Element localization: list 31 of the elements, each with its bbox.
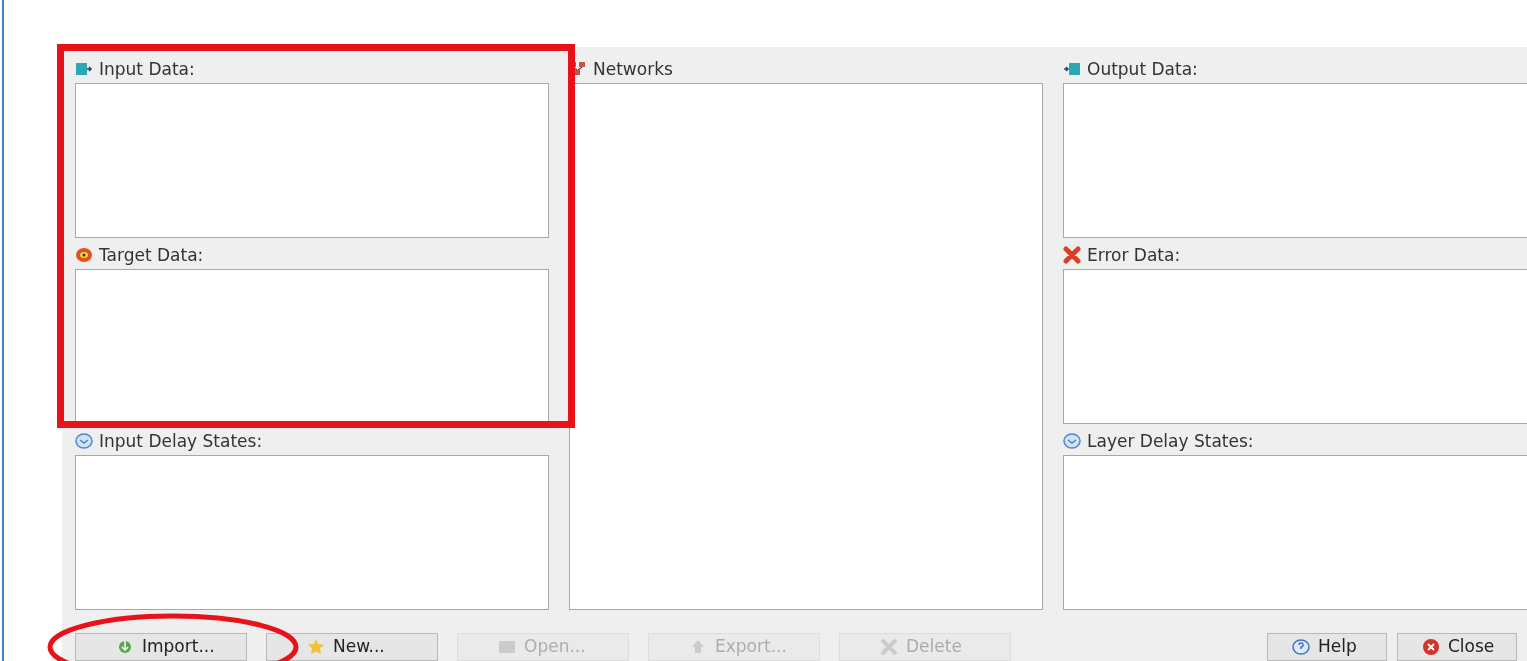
toolbar-button[interactable]: Help (1267, 633, 1387, 661)
help-icon (1292, 638, 1310, 656)
input-data-icon (75, 60, 93, 78)
list-box[interactable] (75, 269, 549, 424)
output-data-icon (1063, 60, 1081, 78)
target-icon (75, 246, 93, 264)
list-box[interactable] (1063, 83, 1527, 238)
list-box[interactable] (1063, 269, 1527, 424)
panel-label: Input Data: (99, 60, 195, 78)
list-box[interactable] (75, 83, 549, 238)
panel-label: Error Data: (1087, 246, 1181, 264)
clock-icon (75, 432, 93, 450)
toolbar-button[interactable]: New... (266, 633, 438, 661)
panel-label: Input Delay States: (99, 432, 263, 450)
star-icon (307, 638, 325, 656)
panel-label: Output Data: (1087, 60, 1198, 78)
close-icon (1422, 638, 1440, 656)
import-icon (116, 638, 134, 656)
list-box[interactable] (1063, 455, 1527, 610)
toolbar-button[interactable]: Close (1397, 633, 1517, 661)
panel-label: Layer Delay States: (1087, 432, 1254, 450)
panel-label: Networks (593, 60, 673, 78)
list-box[interactable] (75, 455, 549, 610)
cross-icon (1063, 246, 1081, 264)
export-icon (689, 638, 707, 656)
window-icon (498, 638, 516, 656)
clock-icon (1063, 432, 1081, 450)
toolbar-button[interactable]: Import... (75, 633, 247, 661)
list-box[interactable] (569, 83, 1043, 610)
cross-icon (880, 638, 898, 656)
panel-label: Target Data: (99, 246, 204, 264)
